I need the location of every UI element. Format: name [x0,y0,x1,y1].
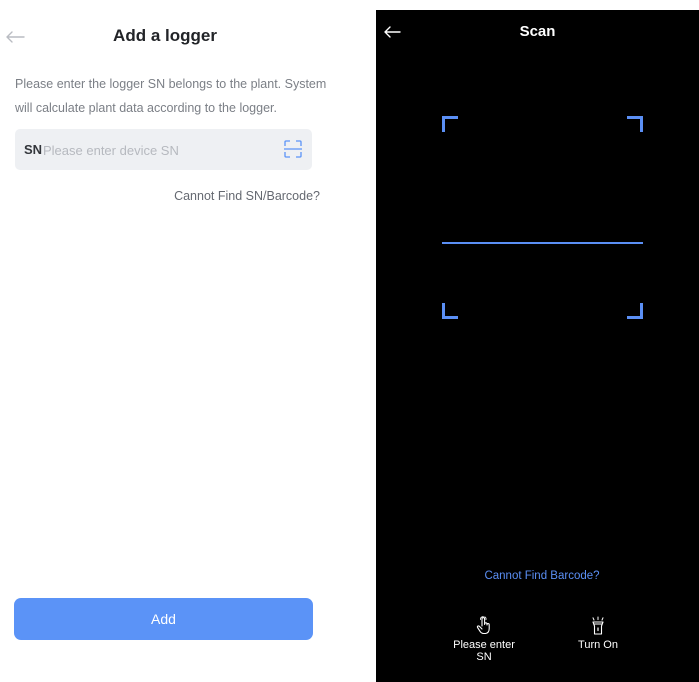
sn-field: SN [15,129,312,170]
scan-barcode-icon[interactable] [282,138,304,160]
torch-toggle-button[interactable]: Turn On [573,616,623,651]
torch-label: Turn On [578,639,618,651]
sn-label: SN [24,142,43,157]
page-title: Add a logger [113,26,217,45]
scan-frame-corner-top-left [442,116,458,132]
scan-line [442,242,643,244]
scan-frame-corner-bottom-right [627,303,643,319]
scan-screen: Scan Cannot Find Barcode? Please enter S… [376,10,699,682]
add-logger-screen: Add a logger Please enter the logger SN … [0,0,330,682]
canvas: Add a logger Please enter the logger SN … [0,0,699,682]
page-title: Scan [519,23,556,40]
flashlight-icon [589,616,607,636]
cannot-find-barcode-link[interactable]: Cannot Find Barcode? [376,570,699,582]
manual-entry-button[interactable]: Please enter SN [444,616,524,663]
scan-frame-corner-bottom-left [442,303,458,319]
add-button[interactable]: Add [14,598,313,640]
sn-input[interactable] [43,136,273,164]
instruction-text: Please enter the logger SN belongs to th… [15,77,327,115]
scan-frame-corner-top-right [627,116,643,132]
hand-pointer-icon [475,616,493,636]
cannot-find-sn-link[interactable]: Cannot Find SN/Barcode? [174,189,320,203]
manual-entry-label: Please enter SN [453,639,515,663]
